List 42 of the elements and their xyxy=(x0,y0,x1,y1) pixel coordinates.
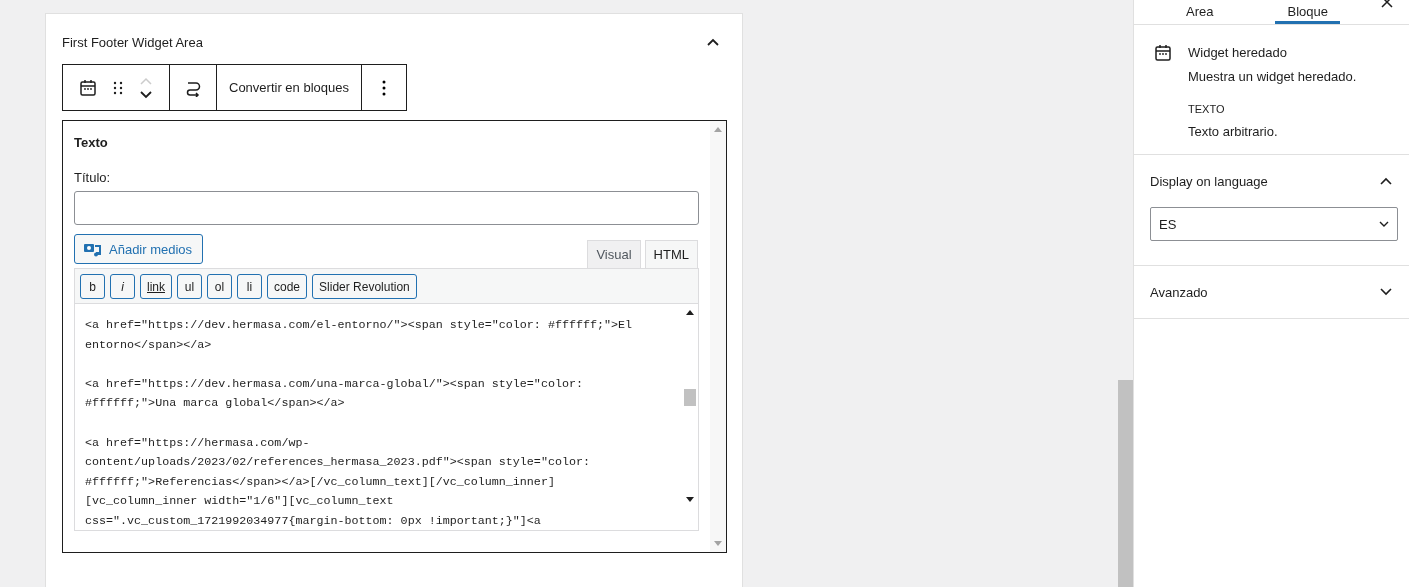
chevron-down-icon xyxy=(1379,221,1389,227)
widget-description: Texto arbitrario. xyxy=(1188,124,1279,139)
title-input[interactable] xyxy=(74,191,699,225)
scrollbar[interactable] xyxy=(710,121,726,552)
chevron-icon[interactable] xyxy=(706,37,720,47)
field-label: Título: xyxy=(74,170,112,185)
block-name: Widget heredado xyxy=(1188,45,1288,60)
calendar-icon[interactable] xyxy=(79,78,97,97)
code-line: #ffffff;">Una marca global</span></a> xyxy=(85,395,346,413)
widget-type: TEXTO xyxy=(1188,103,1226,115)
more-options-icon[interactable] xyxy=(381,79,386,96)
close-icon[interactable] xyxy=(1381,0,1393,8)
quicktag-button[interactable]: code xyxy=(267,274,308,299)
quicktag-button[interactable]: ol xyxy=(207,274,232,299)
area-title: First Footer Widget Area xyxy=(62,34,203,50)
drag-handle-icon[interactable] xyxy=(113,80,123,95)
quicktag-button[interactable]: Slider Revolution xyxy=(312,274,417,299)
quicktag-button[interactable]: li xyxy=(237,274,262,299)
code-line: <a href="https://dev.hermasa.com/una-marca-global/"><span style="color: xyxy=(85,375,584,393)
quicktag-button[interactable]: ul xyxy=(177,274,202,299)
media-icon xyxy=(84,241,102,257)
code-line: #ffffff;">Referencias</span></a>[/vc_column_text][/vc_column_inner] xyxy=(85,473,556,491)
code-line: css=".vc_custom_1721992034977{margin-bottom: 0px !important;}"]<a xyxy=(85,512,542,530)
code-editor[interactable] xyxy=(74,304,699,531)
quicktag-button[interactable]: b xyxy=(80,274,105,299)
chevron-icon xyxy=(1380,288,1392,296)
quicktag-button[interactable]: link xyxy=(140,274,172,299)
code-line: <a href="https://hermasa.com/wp- xyxy=(85,434,311,452)
code-line: entorno</span></a> xyxy=(85,336,213,354)
code-line: <a href="https://dev.hermasa.com/el-entorno/"><span style="color: #ffffff;">El xyxy=(85,317,634,334)
language-select[interactable]: ES xyxy=(1150,207,1398,241)
block-description: Muestra un widget heredado. xyxy=(1188,69,1357,84)
add-media-button[interactable]: Añadir medios xyxy=(74,234,204,264)
chevron-icon xyxy=(1380,177,1392,185)
code-line: content/uploads/2023/02/references_hermasa_2023.pdf"><span style="color: xyxy=(85,454,591,472)
editor-tab[interactable]: HTML xyxy=(644,240,698,268)
calendar-icon xyxy=(1154,44,1172,62)
move-down-icon[interactable] xyxy=(139,90,153,99)
widget-title: Texto xyxy=(74,135,109,150)
editor-tab[interactable]: Visual xyxy=(587,240,641,268)
quicktag-button[interactable]: i xyxy=(110,274,135,299)
code-line: [vc_column_inner width="1/6"][vc_column_text xyxy=(85,493,395,511)
